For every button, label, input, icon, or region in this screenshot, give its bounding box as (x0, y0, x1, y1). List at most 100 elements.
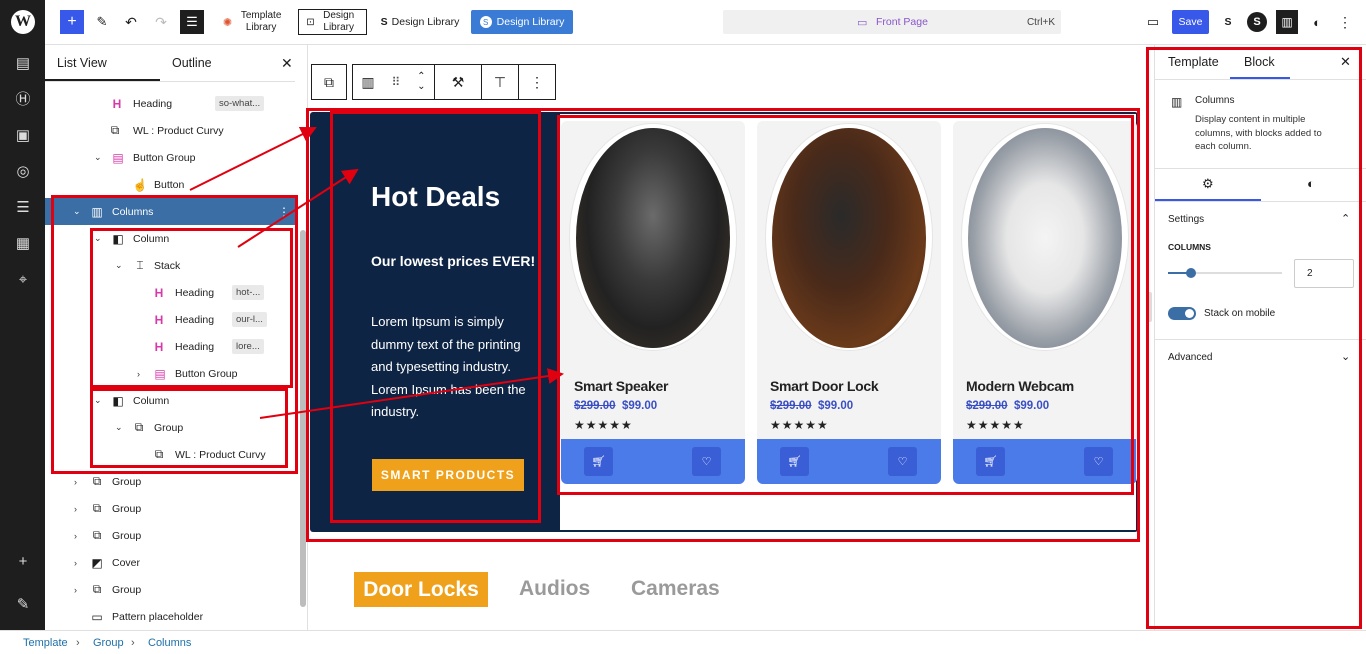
wishlist-heart-icon[interactable]: ♡ (1084, 447, 1113, 476)
tab-template[interactable]: Template (1168, 55, 1219, 69)
redo-icon[interactable]: ↷ (151, 10, 171, 34)
chevron-right-icon[interactable]: › (74, 504, 77, 514)
hot-deals-body[interactable]: Lorem Itpsum is simply dummy text of the… (371, 311, 543, 424)
columns-slider-track[interactable] (1168, 268, 1282, 278)
list-item[interactable]: ⧉ WL : Product Curvy (45, 441, 295, 468)
chevron-down-icon[interactable]: ⌄ (94, 152, 102, 163)
product-title[interactable]: Modern Webcam (966, 378, 1074, 394)
add-block-button[interactable]: + (60, 10, 84, 34)
chevron-right-icon[interactable]: › (74, 558, 77, 568)
list-item[interactable]: ⌄ ◧ Column (45, 225, 295, 252)
list-item[interactable]: ⌄ ⌶ Stack (45, 252, 295, 279)
chevron-right-icon[interactable]: › (74, 477, 77, 487)
breadcrumb-item[interactable]: Template (23, 637, 68, 649)
product-card[interactable]: Modern Webcam $299.00 $99.00 ★★★★★ 🛒︎ ♡ (953, 121, 1137, 484)
image-icon[interactable]: ▣ (12, 125, 34, 147)
close-icon[interactable]: ✕ (281, 55, 293, 72)
stackable-settings-icon[interactable]: S (1218, 10, 1238, 34)
stack-icon[interactable]: ☰ (12, 197, 34, 219)
cart-icon[interactable]: 🛒︎ (976, 447, 1005, 476)
list-item[interactable]: › ⧉ Group (45, 495, 295, 522)
move-up-down-icon[interactable]: ⌃ ⌄ (417, 72, 425, 92)
template-library-button[interactable]: ✺ Template Library (219, 8, 289, 36)
list-item[interactable]: › ▤ Button Group (45, 360, 295, 387)
product-card[interactable]: Smart Door Lock $299.00 $99.00 ★★★★★ 🛒︎ … (757, 121, 941, 484)
wordpress-logo-icon[interactable]: W (11, 10, 35, 34)
list-item[interactable]: › ⧉ Group (45, 576, 295, 603)
chevron-right-icon[interactable]: › (137, 369, 140, 379)
pencil-tool-icon[interactable]: ✎ (92, 10, 112, 34)
list-item[interactable]: › ◩ Cover (45, 549, 295, 576)
list-item[interactable]: ▭ Pattern placeholder (45, 603, 295, 630)
cursor-icon[interactable]: ⌖ (12, 269, 34, 291)
chevron-down-icon[interactable]: ⌄ (94, 395, 102, 406)
list-item[interactable]: ⌄ ⧉ Group (45, 414, 295, 441)
command-center[interactable]: ▭ Front Page Ctrl+K (723, 10, 1061, 34)
breadcrumb-item[interactable]: Columns (148, 637, 191, 649)
list-item[interactable]: H Heading hot-... (45, 279, 295, 306)
save-button[interactable]: Save (1172, 10, 1209, 34)
list-item[interactable]: ⧉ WL : Product Curvy (45, 117, 295, 144)
wishlist-heart-icon[interactable]: ♡ (692, 447, 721, 476)
tab-door-locks[interactable]: Door Locks (354, 572, 488, 607)
list-item-selected[interactable]: ⌄ ▥ Columns ⋮ (45, 198, 295, 225)
block-options-button[interactable]: ⋮ (518, 64, 556, 100)
styles-icon[interactable]: ◐ (1307, 10, 1327, 34)
resize-handle[interactable] (1146, 292, 1152, 322)
settings-section-title[interactable]: Settings (1168, 214, 1204, 225)
design-library-button-1[interactable]: ⊡ Design Library (298, 9, 367, 35)
preview-device-icon[interactable]: ▭ (1143, 10, 1163, 34)
product-title[interactable]: Smart Speaker (574, 378, 668, 394)
list-item[interactable]: ⌄ ▤ Button Group (45, 144, 295, 171)
chevron-right-icon[interactable]: › (74, 531, 77, 541)
heading-block-icon[interactable]: Ⓗ (12, 89, 34, 111)
cart-icon[interactable]: 🛒︎ (584, 447, 613, 476)
list-item[interactable]: ⌄ ◧ Column (45, 387, 295, 414)
block-switcher-group[interactable]: ▥ ⠿ ⌃ ⌄ (352, 64, 435, 100)
parent-select-button[interactable]: ⧉ (311, 64, 347, 100)
add-icon[interactable]: + (12, 551, 34, 573)
design-library-active-button[interactable]: S Design Library (471, 10, 573, 34)
columns-slider-thumb[interactable] (1186, 268, 1196, 278)
tab-list-view[interactable]: List View (57, 56, 107, 70)
product-card[interactable]: Smart Speaker $299.00 $99.00 ★★★★★ 🛒︎ ♡ (561, 121, 745, 484)
align-top-button[interactable]: ⊤ (481, 64, 519, 100)
list-item[interactable]: › ⧉ Group (45, 468, 295, 495)
stackable-bolt-icon[interactable]: S (1247, 12, 1267, 32)
list-item[interactable]: H Heading lore... (45, 333, 295, 360)
hot-deals-subtitle[interactable]: Our lowest prices EVER! (371, 253, 535, 269)
design-library-button-2[interactable]: S Design Library (376, 10, 464, 34)
target-icon[interactable]: ◎ (12, 161, 34, 183)
stack-on-mobile-toggle[interactable] (1168, 307, 1196, 320)
chevron-down-icon[interactable]: ⌄ (115, 422, 123, 433)
chevron-up-icon[interactable]: ⌃ (1341, 212, 1350, 225)
drag-handle-icon[interactable]: ⠿ (392, 75, 401, 89)
columns-number-input[interactable]: 2 (1294, 259, 1354, 288)
brush-tool-button[interactable]: ⚒ (434, 64, 482, 100)
wishlist-heart-icon[interactable]: ♡ (888, 447, 917, 476)
tab-audios[interactable]: Audios (519, 577, 590, 601)
list-item[interactable]: H Heading our-l... (45, 306, 295, 333)
options-icon[interactable]: ⋮ (278, 205, 290, 219)
tab-cameras[interactable]: Cameras (631, 577, 720, 601)
list-item[interactable]: ☝ Button (45, 171, 295, 198)
chevron-down-icon[interactable]: ⌄ (73, 206, 81, 217)
undo-icon[interactable]: ↶ (121, 10, 141, 34)
product-title[interactable]: Smart Door Lock (770, 378, 879, 394)
styles-icon[interactable]: ◐ (1307, 176, 1315, 191)
layout-icon[interactable]: ▤ (12, 53, 34, 75)
smart-products-button[interactable]: SMART PRODUCTS (372, 459, 524, 491)
cart-icon[interactable]: 🛒︎ (780, 447, 809, 476)
chevron-down-icon[interactable]: ⌄ (94, 233, 102, 244)
chevron-down-icon[interactable]: ⌄ (115, 260, 123, 271)
list-item[interactable]: › ⧉ Group (45, 522, 295, 549)
document-overview-button[interactable]: ☰ (180, 10, 204, 34)
advanced-section-title[interactable]: Advanced (1168, 352, 1212, 363)
tab-block[interactable]: Block (1244, 55, 1275, 69)
scrollbar[interactable] (300, 230, 306, 607)
chevron-right-icon[interactable]: › (74, 585, 77, 595)
close-icon[interactable]: ✕ (1340, 54, 1351, 70)
edit-icon[interactable]: ✎ (12, 594, 34, 616)
tab-outline[interactable]: Outline (172, 56, 212, 70)
more-options-icon[interactable]: ⋮ (1335, 10, 1355, 34)
